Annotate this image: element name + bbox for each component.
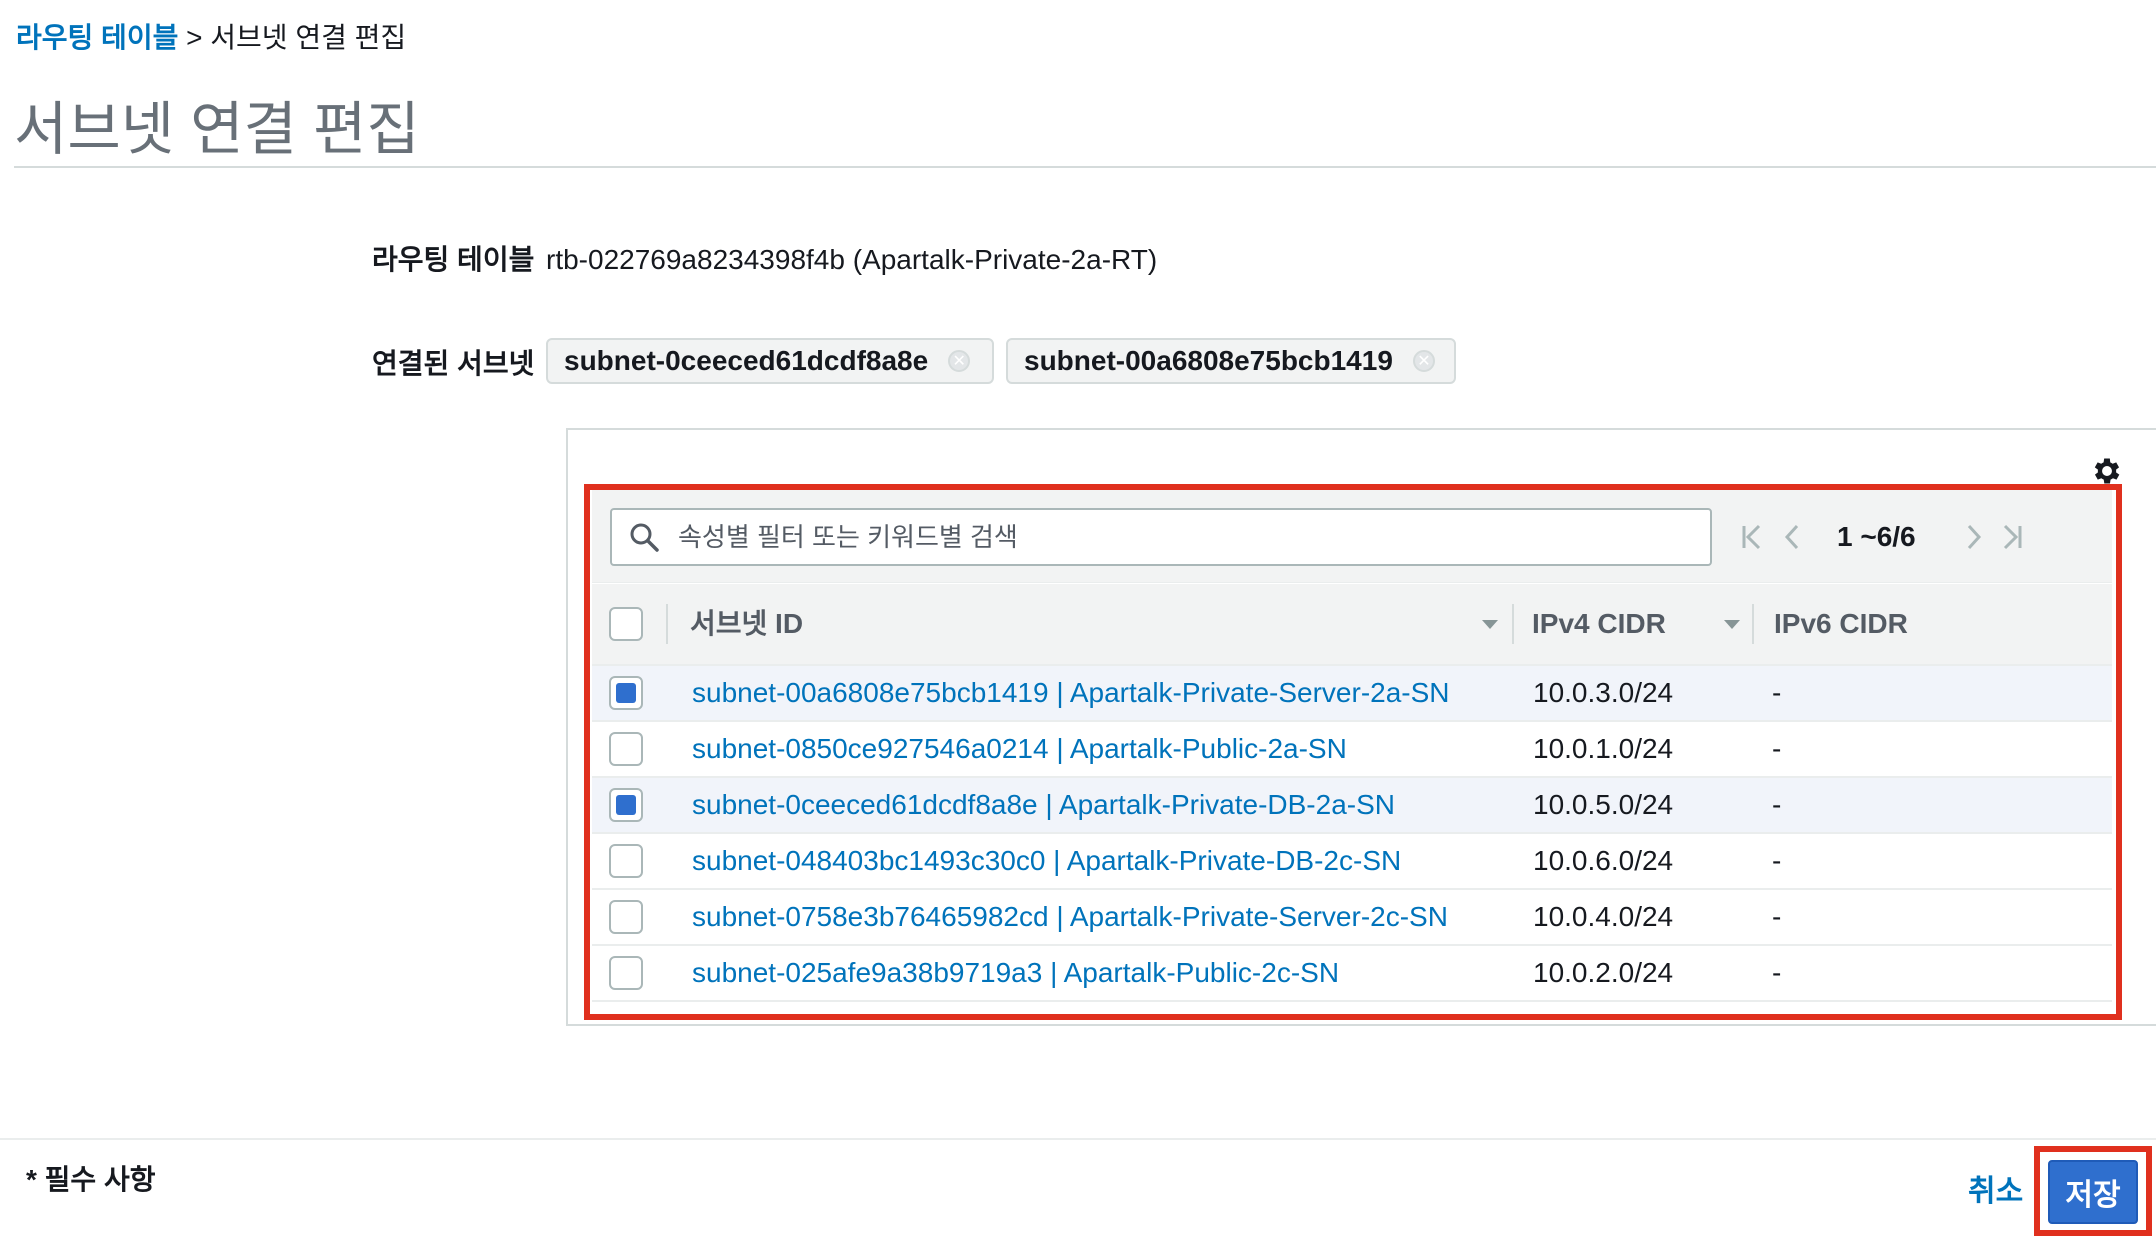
subnet-link[interactable]: subnet-048403bc1493c30c0 | Apartalk-Priv… [692, 834, 1401, 888]
column-header-ipv6-cidr[interactable]: IPv6 CIDR [1774, 584, 1908, 664]
remove-token-icon[interactable]: ✕ [948, 350, 971, 372]
settings-gear-icon[interactable] [2090, 454, 2124, 488]
ipv4-cidr: 10.0.6.0/24 [1533, 845, 1674, 876]
last-page-icon[interactable] [1995, 512, 2029, 562]
subnet-link[interactable]: subnet-0758e3b76465982cd | Apartalk-Priv… [692, 890, 1448, 944]
search-input[interactable] [676, 520, 1680, 554]
table-row[interactable]: subnet-025afe9a38b9719a3 | Apartalk-Publ… [592, 946, 2112, 1002]
breadcrumb-route-tables-link[interactable]: 라우팅 테이블 [16, 22, 178, 53]
ipv6-cidr: - [1772, 845, 1782, 876]
page-title: 서브넷 연결 편집 [14, 97, 420, 162]
table-toolbar: 1 ~6/6 [592, 490, 2112, 583]
remove-token-icon[interactable]: ✕ [1412, 350, 1435, 372]
column-divider [1512, 604, 1514, 644]
search-field[interactable] [610, 508, 1712, 566]
subnet-token-label: subnet-00a6808e75bcb1419 [1024, 345, 1393, 376]
row-checkbox[interactable] [609, 956, 643, 990]
ipv6-cidr: - [1772, 901, 1782, 932]
associated-subnets-label: 연결된 서브넷 [372, 348, 535, 379]
required-note: * 필수 사항 [26, 1164, 156, 1195]
row-checkbox[interactable] [609, 676, 643, 710]
search-icon [630, 523, 659, 552]
save-button[interactable]: 저장 [2048, 1160, 2138, 1224]
subnet-link[interactable]: subnet-025afe9a38b9719a3 | Apartalk-Publ… [692, 946, 1339, 1000]
ipv4-cidr: 10.0.1.0/24 [1533, 733, 1674, 764]
subnet-link[interactable]: subnet-0ceeced61dcdf8a8e | Apartalk-Priv… [692, 778, 1395, 832]
sort-caret-icon[interactable] [1482, 620, 1498, 629]
footer-divider [0, 1138, 2156, 1140]
ipv6-cidr: - [1772, 677, 1782, 708]
table-row[interactable]: subnet-00a6808e75bcb1419 | Apartalk-Priv… [592, 666, 2112, 722]
breadcrumb-separator: > [186, 22, 203, 53]
row-checkbox[interactable] [609, 900, 643, 934]
subnet-table: 1 ~6/6 서브넷 ID IPv4 CIDR IPv6 CIDR subnet… [592, 490, 2112, 1010]
cancel-button[interactable]: 취소 [1968, 1172, 2023, 1212]
subnet-link[interactable]: subnet-00a6808e75bcb1419 | Apartalk-Priv… [692, 666, 1450, 720]
table-row[interactable]: subnet-0ceeced61dcdf8a8e | Apartalk-Priv… [592, 778, 2112, 834]
table-header: 서브넷 ID IPv4 CIDR IPv6 CIDR [592, 584, 2112, 666]
ipv4-cidr: 10.0.5.0/24 [1533, 789, 1674, 820]
ipv6-cidr: - [1772, 789, 1782, 820]
column-header-ipv4-cidr[interactable]: IPv4 CIDR [1532, 584, 1666, 664]
next-page-icon[interactable] [1957, 512, 1991, 562]
subnet-token: subnet-0ceeced61dcdf8a8e ✕ [546, 338, 994, 384]
subnet-token: subnet-00a6808e75bcb1419 ✕ [1006, 338, 1456, 384]
route-table-label: 라우팅 테이블 [372, 244, 535, 275]
select-all-checkbox[interactable] [609, 607, 643, 641]
ipv4-cidr: 10.0.2.0/24 [1533, 957, 1674, 988]
row-checkbox[interactable] [609, 732, 643, 766]
route-table-value: rtb-022769a8234398f4b (Apartalk-Private-… [546, 244, 1158, 275]
column-divider [1752, 604, 1754, 644]
subnet-link[interactable]: subnet-0850ce927546a0214 | Apartalk-Publ… [692, 722, 1347, 776]
table-row[interactable]: subnet-0758e3b76465982cd | Apartalk-Priv… [592, 890, 2112, 946]
sort-caret-icon[interactable] [1724, 620, 1740, 629]
column-header-subnet-id[interactable]: 서브넷 ID [690, 584, 803, 664]
ipv4-cidr: 10.0.3.0/24 [1533, 677, 1674, 708]
row-checkbox[interactable] [609, 788, 643, 822]
breadcrumb-current: 서브넷 연결 편집 [210, 22, 407, 53]
row-checkbox[interactable] [609, 844, 643, 878]
title-divider [14, 166, 2156, 168]
subnet-token-label: subnet-0ceeced61dcdf8a8e [564, 345, 929, 376]
table-row[interactable]: subnet-0850ce927546a0214 | Apartalk-Publ… [592, 722, 2112, 778]
column-divider [666, 604, 668, 644]
ipv6-cidr: - [1772, 733, 1782, 764]
breadcrumb: 라우팅 테이블 > 서브넷 연결 편집 [16, 18, 406, 58]
ipv6-cidr: - [1772, 957, 1782, 988]
first-page-icon[interactable] [1735, 512, 1769, 562]
previous-page-icon[interactable] [1775, 512, 1809, 562]
ipv4-cidr: 10.0.4.0/24 [1533, 901, 1674, 932]
pagination-text: 1 ~6/6 [1837, 521, 1916, 552]
table-row[interactable]: subnet-048403bc1493c30c0 | Apartalk-Priv… [592, 834, 2112, 890]
